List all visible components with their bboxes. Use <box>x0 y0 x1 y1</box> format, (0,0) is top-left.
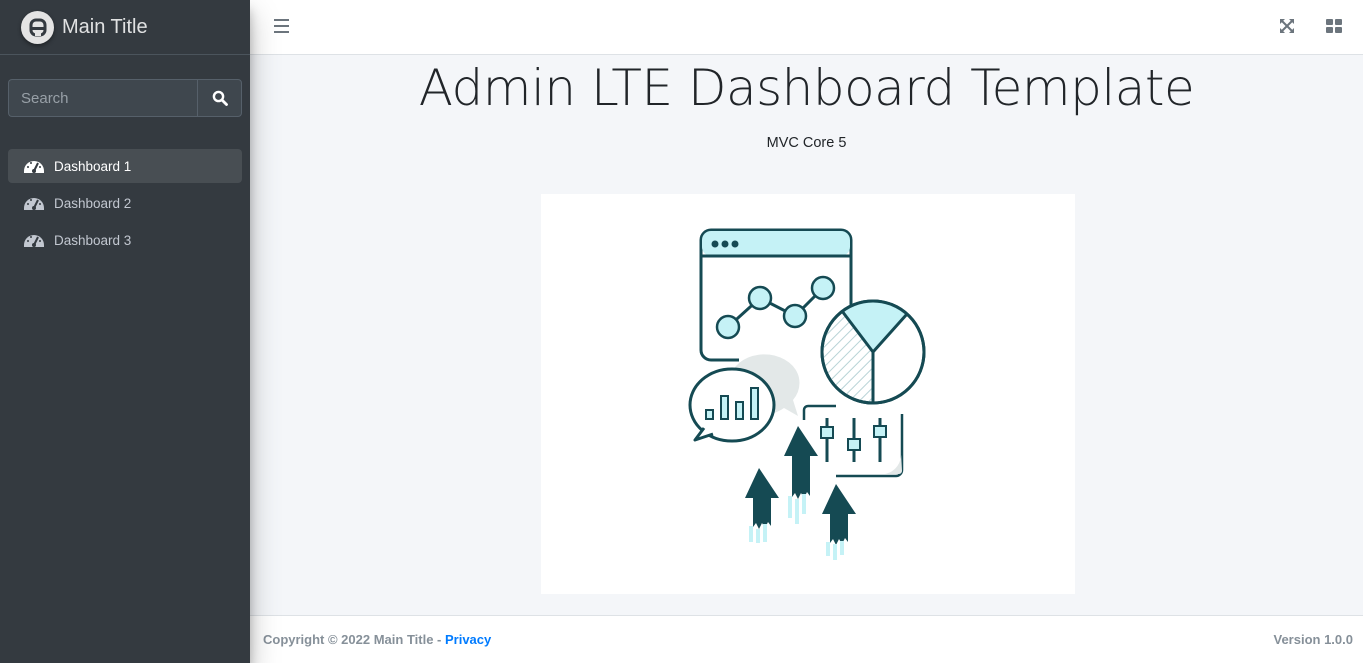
analytics-illustration <box>688 228 926 560</box>
sidebar-item-label: Dashboard 2 <box>54 195 132 211</box>
footer-copyright: Copyright © 2022 Main Title - Privacy <box>263 632 491 647</box>
brand-logo <box>21 10 54 44</box>
page-subtitle: MVC Core 5 <box>766 135 847 151</box>
grid-icon[interactable] <box>1326 18 1342 34</box>
copyright-text: Copyright © 2022 Main Title - <box>263 632 445 647</box>
sidebar-item-dashboard-2[interactable]: Dashboard 2 <box>8 186 242 220</box>
search-input[interactable] <box>8 79 197 117</box>
sidebar-item-label: Dashboard 1 <box>54 158 132 174</box>
expand-icon[interactable] <box>1279 18 1295 34</box>
sidebar-nav: Dashboard 1 Dashboard 2 Dashboard 3 <box>8 149 242 260</box>
tachometer-icon <box>23 231 45 249</box>
brand-title: Main Title <box>62 15 148 38</box>
brand-logo-icon <box>29 18 46 37</box>
footer-version: Version 1.0.0 <box>1273 632 1354 647</box>
top-navbar <box>250 0 1363 55</box>
search-icon <box>212 90 228 106</box>
sidebar-search <box>8 79 242 117</box>
privacy-link[interactable]: Privacy <box>445 632 491 647</box>
tachometer-icon <box>23 194 45 212</box>
dashboard-illustration <box>541 194 1075 594</box>
sidebar-item-dashboard-3[interactable]: Dashboard 3 <box>8 223 242 257</box>
hamburger-icon[interactable] <box>274 19 289 34</box>
sidebar-item-label: Dashboard 3 <box>54 232 132 248</box>
sidebar-item-dashboard-1[interactable]: Dashboard 1 <box>8 149 242 183</box>
search-button[interactable] <box>197 79 242 117</box>
sidebar: Main Title Dashboard 1 <box>0 0 250 663</box>
page-title: Admin LTE Dashboard Template <box>418 59 1195 117</box>
brand-link[interactable]: Main Title <box>0 0 250 55</box>
tachometer-icon <box>23 157 45 175</box>
main-footer: Copyright © 2022 Main Title - Privacy Ve… <box>250 615 1363 663</box>
content-wrapper: Admin LTE Dashboard Template MVC Core 5 <box>250 55 1363 615</box>
